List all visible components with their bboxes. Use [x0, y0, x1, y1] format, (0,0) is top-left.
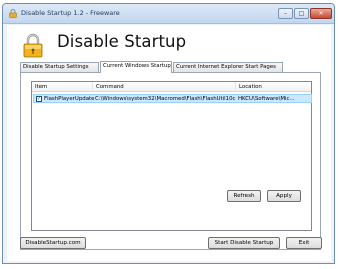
tab-current-windows-startup[interactable]: Current Windows Startup	[100, 61, 172, 73]
client-area: Disable Startup Disable Startup Settings…	[7, 25, 331, 261]
minimize-button[interactable]: –	[278, 8, 293, 19]
tab-panel: Item Command Location ✓ FlashPlayerUpdat…	[20, 72, 321, 250]
padlock-icon	[23, 33, 43, 58]
title-bar[interactable]: Disable Startup 1.2 - Freeware – □ ✕	[3, 4, 334, 24]
row-command: C:\Windows\system32\Macromed\Flash\Flash…	[95, 96, 236, 102]
window-title: Disable Startup 1.2 - Freeware	[21, 9, 120, 17]
website-button[interactable]: DisableStartup.com	[20, 237, 86, 249]
padlock-small-icon	[9, 9, 17, 18]
exit-button[interactable]: Exit	[286, 237, 322, 249]
tab-ie-start-pages[interactable]: Current Internet Explorer Start Pages	[173, 62, 283, 72]
row-item: FlashPlayerUpdate	[44, 96, 94, 102]
item-checkbox[interactable]: ✓	[36, 96, 42, 102]
main-window: Disable Startup 1.2 - Freeware – □ ✕ Dis…	[2, 3, 335, 264]
column-header-location[interactable]: Location	[236, 82, 313, 92]
apply-button[interactable]: Apply	[267, 190, 301, 202]
row-location: HKCU\Software\Mic...	[238, 96, 295, 102]
refresh-button[interactable]: Refresh	[227, 190, 261, 202]
column-header-item[interactable]: Item	[32, 82, 93, 92]
tab-disable-startup-settings[interactable]: Disable Startup Settings	[20, 62, 99, 72]
maximize-button[interactable]: □	[294, 8, 309, 19]
list-row[interactable]: ✓ FlashPlayerUpdate C:\Windows\system32\…	[33, 94, 312, 103]
close-button[interactable]: ✕	[310, 8, 332, 19]
startup-list[interactable]: Item Command Location ✓ FlashPlayerUpdat…	[31, 81, 312, 231]
column-header-command[interactable]: Command	[93, 82, 236, 92]
start-disable-startup-button[interactable]: Start Disable Startup	[208, 237, 280, 249]
app-heading: Disable Startup	[57, 32, 187, 51]
list-header: Item Command Location	[32, 82, 311, 92]
